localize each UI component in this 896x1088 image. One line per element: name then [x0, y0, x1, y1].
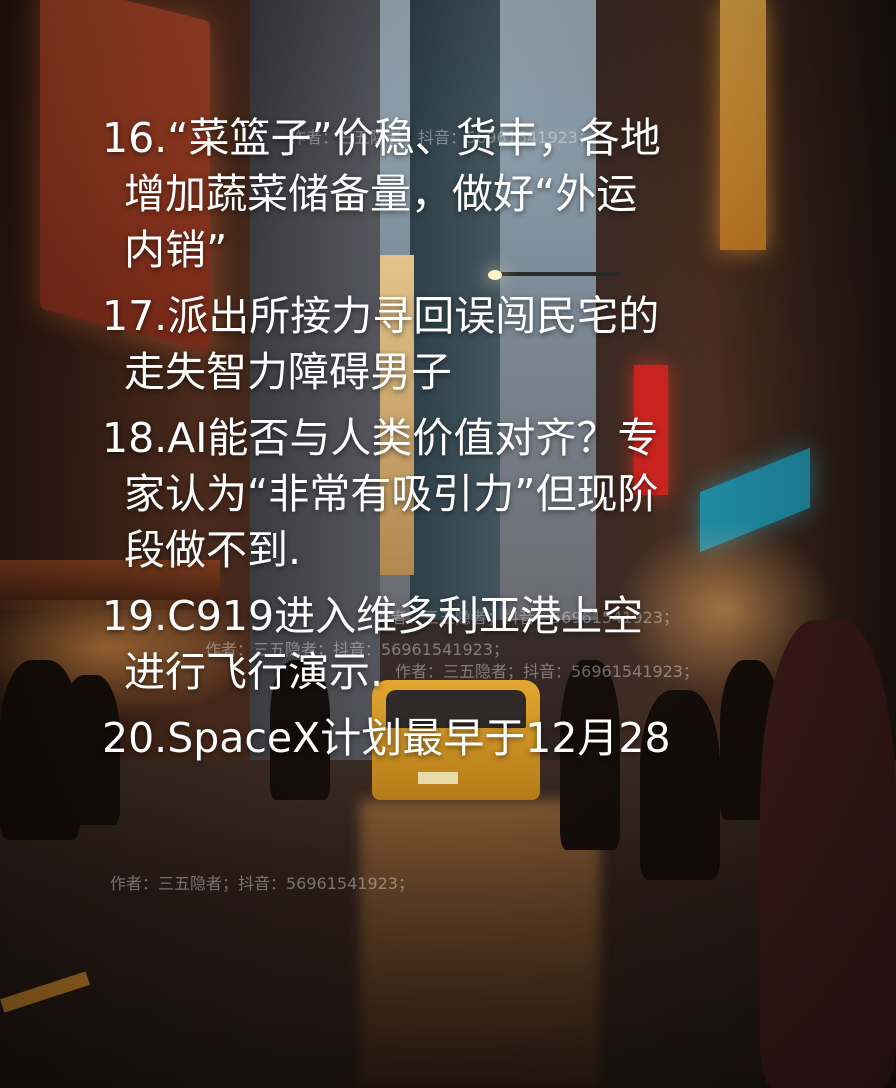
item-number: 18.: [102, 414, 168, 462]
news-item: 18.AI能否与人类价值对齐？专 家认为“非常有吸引力”但现阶 段做不到.: [102, 410, 762, 578]
news-list: 16.“菜篮子”价稳、货丰，各地 增加蔬菜储备量，做好“外运 内销” 17.派出…: [102, 110, 762, 766]
item-text: AI能否与人类价值对齐？专: [167, 414, 659, 462]
item-text: 内销”: [124, 226, 228, 274]
item-number: 17.: [102, 292, 168, 340]
news-item: 17.派出所接力寻回误闯民宅的 走失智力障碍男子: [102, 288, 762, 400]
item-text: 家认为“非常有吸引力”但现阶: [124, 470, 659, 518]
item-text: 增加蔬菜储备量，做好“外运: [124, 170, 638, 218]
item-text: 段做不到.: [124, 526, 302, 574]
item-number: 20.: [102, 714, 168, 762]
news-item: 20.SpaceX计划最早于12月28: [102, 710, 762, 766]
watermark-text: 作者：三五隐者；抖音：56961541923；: [110, 874, 414, 893]
item-text: 进行飞行演示.: [124, 648, 384, 696]
item-text: 走失智力障碍男子: [124, 348, 452, 396]
news-item: 19.C919进入维多利亚港上空 进行飞行演示.: [102, 588, 762, 700]
item-number: 16.: [102, 114, 168, 162]
news-item: 16.“菜篮子”价稳、货丰，各地 增加蔬菜储备量，做好“外运 内销”: [102, 110, 762, 278]
item-text: C919进入维多利亚港上空: [167, 592, 644, 640]
item-text: “菜篮子”价稳、货丰，各地: [167, 114, 661, 162]
item-text: 派出所接力寻回误闯民宅的: [167, 292, 660, 340]
item-text: SpaceX计划最早于12月28: [167, 714, 671, 762]
item-number: 19.: [102, 592, 168, 640]
